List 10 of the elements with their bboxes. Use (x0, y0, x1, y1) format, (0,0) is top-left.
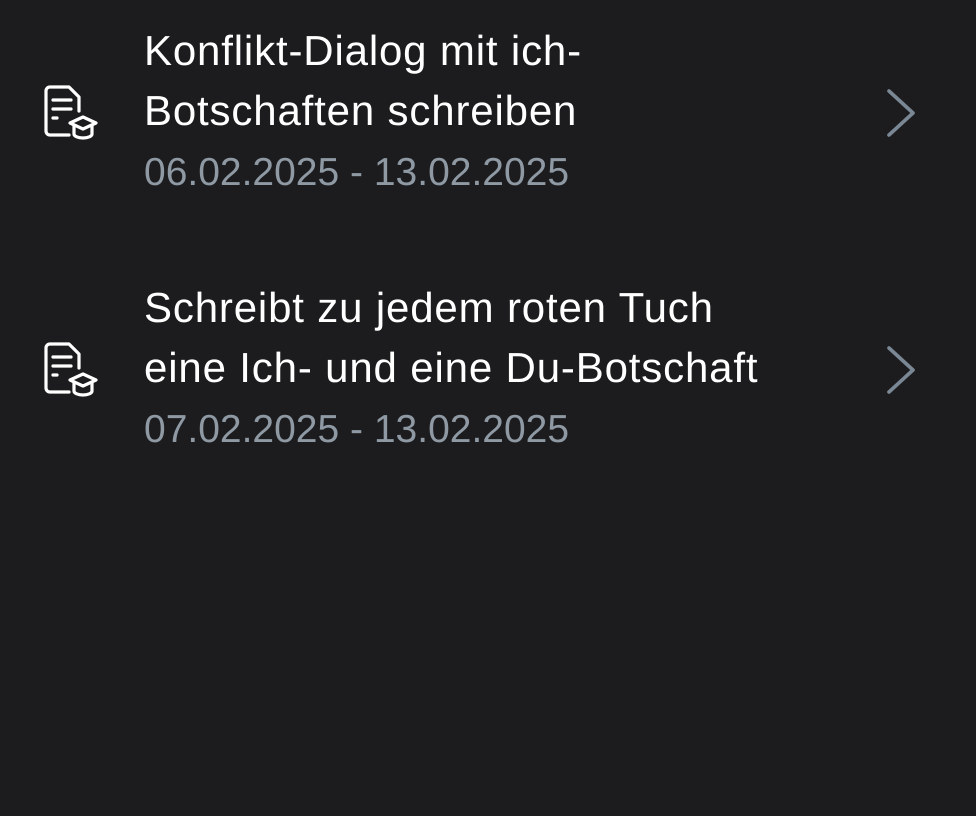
document-graduation-cap-icon (43, 342, 99, 398)
assignment-list-item[interactable]: Schreibt zu jedem roten Tuch eine Ich- und eine Du-Botschaft 07.02.2025 - 13.02.2025 (0, 278, 976, 462)
chevron-right-icon (886, 345, 916, 395)
assignment-title: Schreibt zu jedem roten Tuch eine Ich- und eine Du-Botschaft (144, 283, 760, 393)
date-range: 06.02.2025 - 13.02.2025 (144, 150, 570, 196)
chevron-right-icon (886, 88, 916, 138)
date-range: 07.02.2025 - 13.02.2025 (144, 407, 570, 453)
assignment-list-item[interactable]: Konflikt-Dialog mit ich- Botschaften schreiben 06.02.2025 - 13.02.2025 (0, 21, 976, 205)
assignment-title: Konflikt-Dialog mit ich- Botschaften schreiben (144, 26, 583, 136)
document-graduation-cap-icon (43, 85, 99, 141)
